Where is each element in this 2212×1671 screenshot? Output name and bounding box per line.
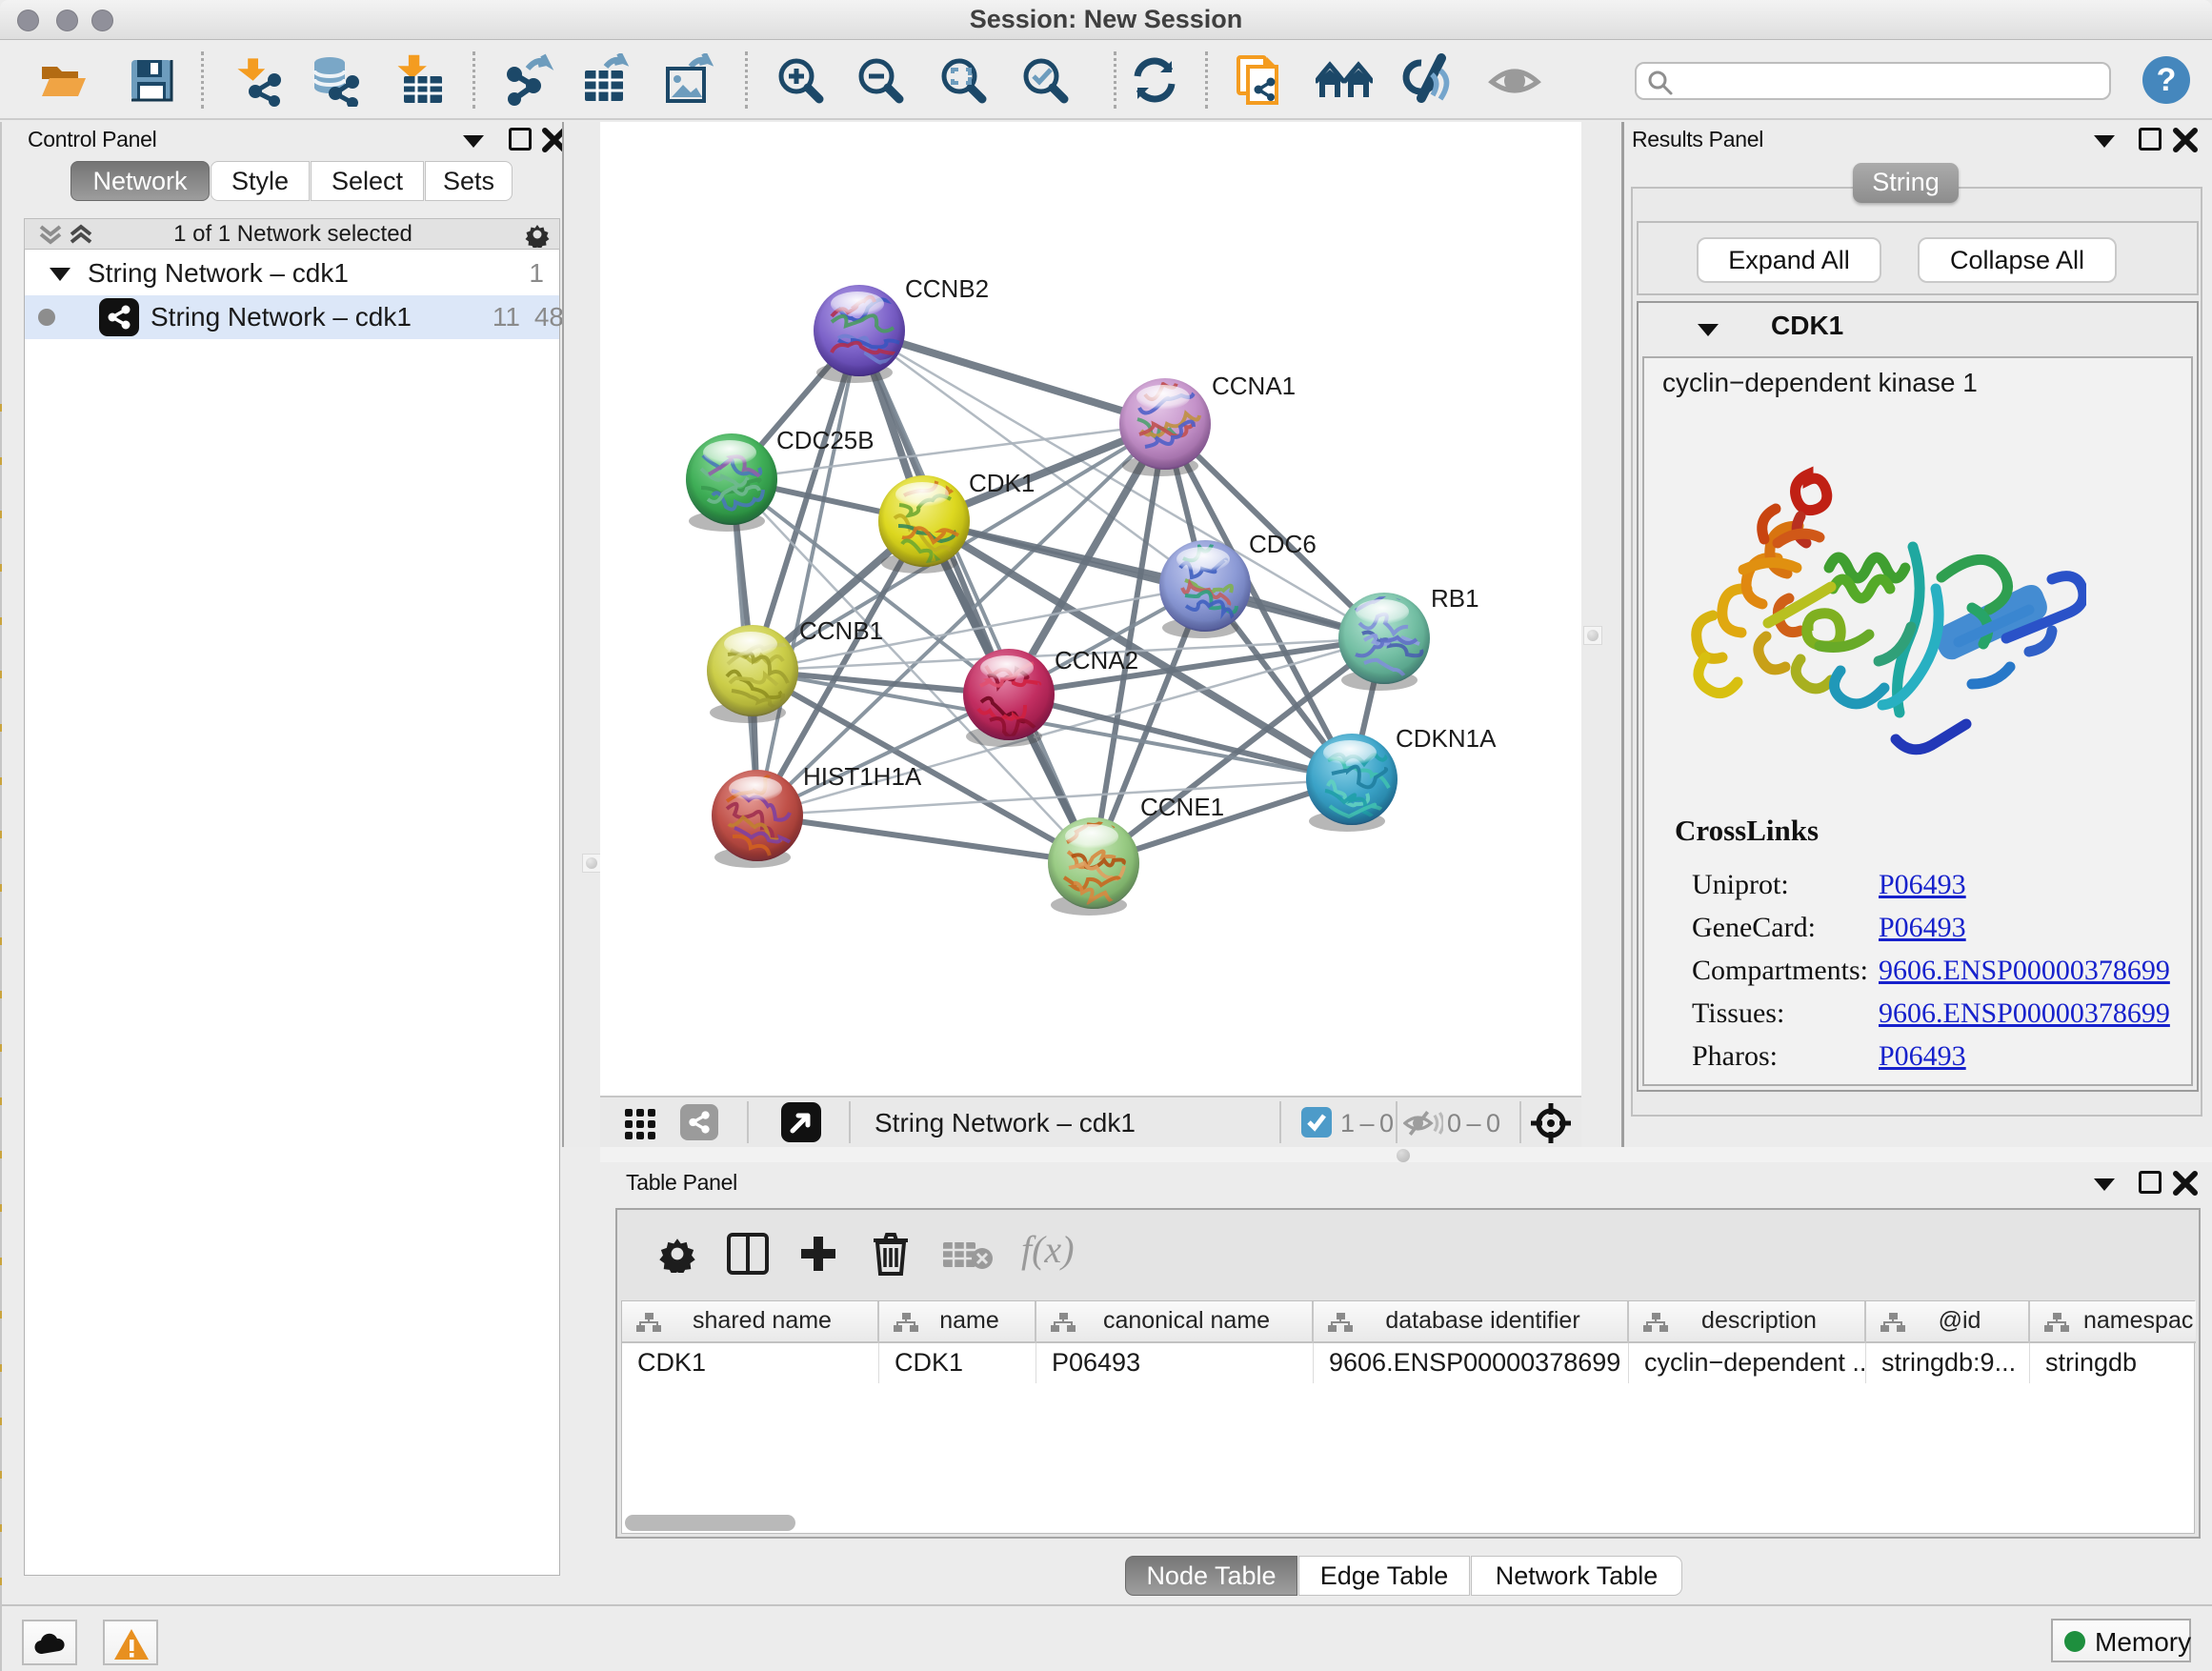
svg-text:RB1: RB1 bbox=[1431, 584, 1479, 613]
svg-text:CCNB2: CCNB2 bbox=[905, 274, 989, 303]
svg-text:CCNE1: CCNE1 bbox=[1140, 793, 1224, 821]
svg-text:CDKN1A: CDKN1A bbox=[1396, 724, 1497, 753]
svg-text:CCNB1: CCNB1 bbox=[799, 616, 883, 645]
svg-text:CDC25B: CDC25B bbox=[776, 426, 875, 454]
svg-text:HIST1H1A: HIST1H1A bbox=[803, 762, 922, 791]
svg-text:CCNA2: CCNA2 bbox=[1055, 646, 1138, 674]
svg-text:CDC6: CDC6 bbox=[1249, 530, 1317, 558]
svg-text:CDK1: CDK1 bbox=[969, 469, 1035, 497]
svg-text:?: ? bbox=[2157, 62, 2177, 98]
svg-text:CCNA1: CCNA1 bbox=[1212, 372, 1296, 400]
